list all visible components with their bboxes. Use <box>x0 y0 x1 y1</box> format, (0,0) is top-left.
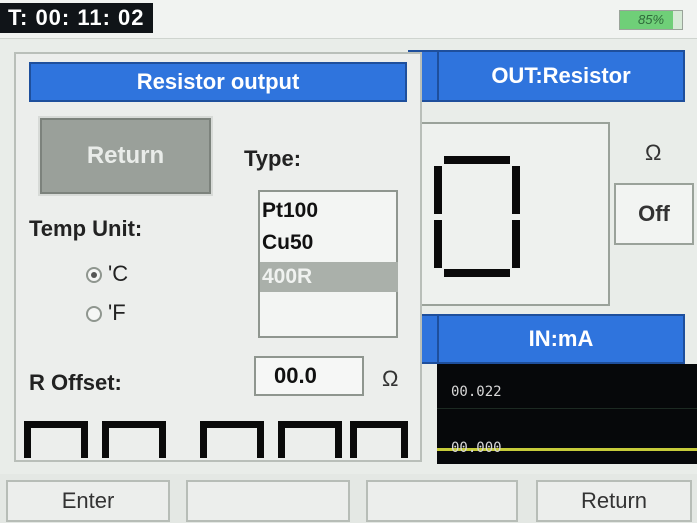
output-unit: Ω <box>645 140 662 165</box>
radio-unselected-icon[interactable] <box>86 306 102 323</box>
battery-percent: 85% <box>637 12 665 27</box>
r-offset-unit: Ω <box>382 366 399 391</box>
radio-selected-icon[interactable] <box>86 267 102 284</box>
type-label: Type: <box>244 146 302 171</box>
r-offset-label: R Offset: <box>29 370 122 395</box>
temp-unit-label: Temp Unit: <box>29 216 143 241</box>
trend-lower-value: 00.000 <box>451 440 502 456</box>
status-bar: T: 00: 11: 02 85% <box>0 0 697 39</box>
dialog-return-button[interactable]: Return <box>38 116 213 196</box>
input-header: IN:mA <box>437 314 685 364</box>
softkey-2[interactable] <box>186 480 350 522</box>
softkey-3[interactable] <box>366 480 518 522</box>
temp-unit-f-label: 'F <box>108 300 126 325</box>
trend-upper-value: 00.022 <box>451 384 502 400</box>
output-header: OUT:Resistor <box>437 50 685 102</box>
device-screen: T: 00: 11: 02 85% OUT:Resistor Ω Off IN:… <box>0 0 697 523</box>
type-option-cu50[interactable]: Cu50 <box>260 228 398 258</box>
seven-segment-digit <box>434 156 520 277</box>
type-list[interactable]: Pt100 Cu50 400R <box>258 190 398 338</box>
output-display <box>408 122 610 306</box>
softkey-bar: Enter Return <box>0 474 697 523</box>
elapsed-timer: T: 00: 11: 02 <box>0 3 153 33</box>
type-option-400r[interactable]: 400R <box>260 262 398 292</box>
temp-unit-option-f[interactable]: 'F <box>86 300 126 326</box>
input-trend-chart: 00.022 00.000 <box>437 364 697 464</box>
type-option-pt100[interactable]: Pt100 <box>260 196 398 226</box>
battery-indicator: 85% <box>619 10 683 30</box>
dialog-title: Resistor output <box>29 62 407 102</box>
softkey-enter[interactable]: Enter <box>6 480 170 522</box>
temp-unit-option-c[interactable]: 'C <box>86 261 128 287</box>
temp-unit-c-label: 'C <box>108 261 129 286</box>
output-toggle-button[interactable]: Off <box>614 183 694 245</box>
softkey-return[interactable]: Return <box>536 480 692 522</box>
main-readout-digits <box>24 421 408 458</box>
resistor-output-dialog: Resistor output Return Type: Pt100 Cu50 … <box>14 52 422 462</box>
trend-gridline <box>437 408 697 409</box>
r-offset-input[interactable]: 00.0 <box>254 356 364 396</box>
